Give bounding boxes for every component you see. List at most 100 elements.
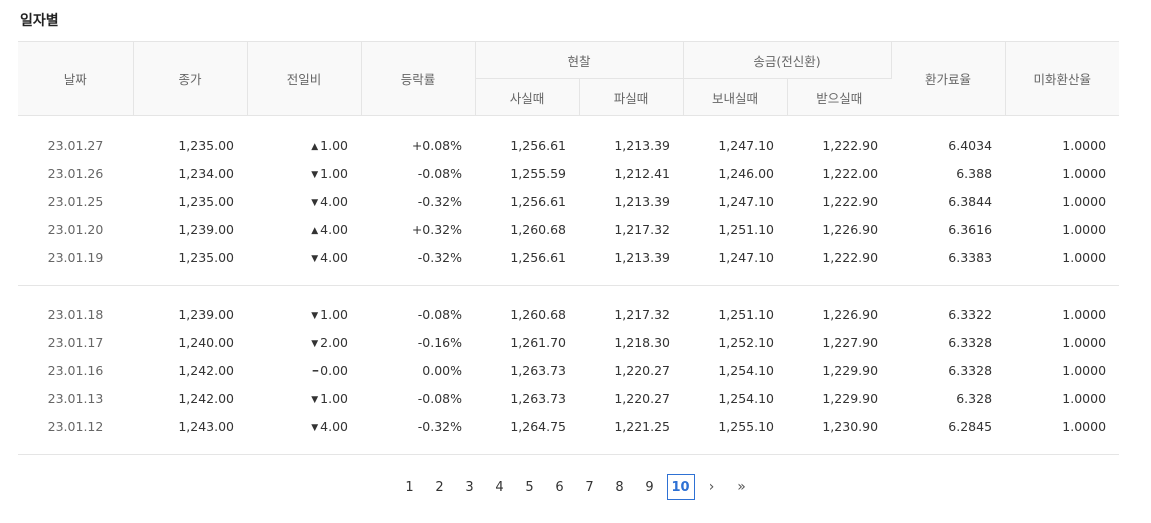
cell-close: 1,235.00: [178, 137, 234, 153]
cell-usd-rate: 1.0000: [1062, 418, 1107, 434]
cell-change: ▼ 4.00: [247, 187, 361, 215]
cell-cash-sell: 1,220.27: [614, 390, 671, 406]
cell-date: 23.01.26: [47, 165, 104, 181]
cell-cash-buy: 1,256.61: [510, 249, 566, 265]
cell-change: ▼ 1.00: [247, 300, 361, 328]
flat-dash-icon: ━: [312, 366, 319, 377]
page-link-5[interactable]: 5: [517, 475, 543, 501]
cell-change: ▲ 1.00: [247, 131, 361, 159]
cell-wire-receive: 1,230.90: [822, 418, 879, 434]
header-cash-buy: 사실때: [475, 78, 580, 116]
table-row: 23.01.12 1,243.00 ▼ 4.00 -0.32% 1,264.75 1,221…: [18, 412, 1119, 440]
header-close: 종가: [133, 41, 248, 116]
table-row: 23.01.27 1,235.00 ▲ 1.00 +0.08% 1,256.61 1,213…: [18, 131, 1119, 159]
cell-close: 1,243.00: [178, 418, 234, 434]
cell-change: ▼ 1.00: [247, 384, 361, 412]
cell-wire-send: 1,246.00: [718, 165, 775, 181]
cell-close: 1,242.00: [178, 362, 234, 378]
cell-change-rate: -0.08%: [417, 306, 462, 322]
table-header: 날짜 종가 전일비 등락률 현찰 송금(전신환) 환가료율 미화환산율 사실때 …: [18, 41, 1120, 116]
cell-usd-rate: 1.0000: [1062, 193, 1107, 209]
cell-wire-send: 1,251.10: [718, 221, 775, 237]
cell-fx-rate: 6.388: [956, 165, 993, 181]
header-wire-receive: 받으실때: [787, 78, 892, 116]
down-arrow-icon: ▼: [311, 338, 319, 349]
exchange-rate-daily-panel: 일자별 날짜 종가 전일비 등락률 현찰 송금(전신환) 환가료율 미화환산율: [0, 0, 1151, 523]
cell-change-rate: +0.32%: [411, 221, 462, 237]
cell-wire-receive: 1,229.90: [822, 390, 879, 406]
cell-close: 1,242.00: [178, 390, 234, 406]
down-arrow-icon: ▼: [311, 197, 319, 208]
row-separator: [18, 271, 1120, 286]
cell-wire-receive: 1,227.90: [822, 334, 879, 350]
change-value: 1.00: [320, 137, 348, 153]
cell-change: ━ 0.00: [247, 356, 361, 384]
cell-change-rate: -0.16%: [417, 334, 462, 350]
cell-cash-buy: 1,256.61: [510, 193, 566, 209]
change-value: 4.00: [320, 221, 348, 237]
header-usd-rate: 미화환산율: [1005, 41, 1120, 116]
cell-fx-rate: 6.3328: [948, 334, 993, 350]
header-change: 전일비: [247, 41, 362, 116]
page-link-3[interactable]: 3: [457, 475, 483, 501]
page-link-9[interactable]: 9: [637, 475, 663, 501]
page-link-6[interactable]: 6: [547, 475, 573, 501]
cell-fx-rate: 6.2845: [948, 418, 993, 434]
cell-usd-rate: 1.0000: [1062, 390, 1107, 406]
change-value: 2.00: [320, 334, 348, 350]
cell-date: 23.01.25: [47, 193, 104, 209]
up-arrow-icon: ▲: [311, 225, 319, 236]
change-value: 4.00: [320, 249, 348, 265]
cell-wire-send: 1,251.10: [718, 306, 775, 322]
row-separator: [18, 440, 1120, 455]
page-link-2[interactable]: 2: [427, 475, 453, 501]
cell-cash-buy: 1,263.73: [510, 390, 566, 406]
cell-cash-sell: 1,213.39: [614, 249, 671, 265]
table-row: 23.01.17 1,240.00 ▼ 2.00 -0.16% 1,261.70 1,218…: [18, 328, 1119, 356]
next-page-icon[interactable]: ›: [699, 474, 725, 500]
cell-wire-receive: 1,226.90: [822, 306, 879, 322]
change-value: 1.00: [320, 165, 348, 181]
cell-cash-buy: 1,263.73: [510, 362, 566, 378]
cell-wire-send: 1,252.10: [718, 334, 775, 350]
cell-cash-buy: 1,261.70: [510, 334, 566, 350]
cell-close: 1,235.00: [178, 249, 234, 265]
cell-wire-send: 1,247.10: [718, 137, 775, 153]
header-date: 날짜: [18, 41, 134, 116]
change-value: 0.00: [320, 362, 348, 378]
last-page-icon[interactable]: »: [729, 474, 755, 500]
cell-cash-buy: 1,260.68: [510, 306, 566, 322]
cell-usd-rate: 1.0000: [1062, 221, 1107, 237]
cell-wire-receive: 1,229.90: [822, 362, 879, 378]
cell-wire-send: 1,247.10: [718, 249, 775, 265]
page-link-7[interactable]: 7: [577, 475, 603, 501]
cell-wire-send: 1,255.10: [718, 418, 775, 434]
cell-cash-buy: 1,260.68: [510, 221, 566, 237]
cell-cash-sell: 1,213.39: [614, 193, 671, 209]
cell-cash-sell: 1,217.32: [614, 306, 671, 322]
section-title: 일자별: [20, 13, 59, 29]
down-arrow-icon: ▼: [311, 422, 319, 433]
cell-change-rate: +0.08%: [411, 137, 462, 153]
page-link-1[interactable]: 1: [397, 475, 423, 501]
page-link-4[interactable]: 4: [487, 475, 513, 501]
cell-wire-receive: 1,222.00: [822, 165, 879, 181]
cell-cash-sell: 1,212.41: [614, 165, 671, 181]
cell-close: 1,234.00: [178, 165, 234, 181]
cell-cash-sell: 1,221.25: [614, 418, 671, 434]
page-link-8[interactable]: 8: [607, 475, 633, 501]
cell-wire-send: 1,254.10: [718, 362, 775, 378]
page-link-10[interactable]: 10: [666, 474, 695, 500]
down-arrow-icon: ▼: [311, 394, 319, 405]
cell-date: 23.01.13: [47, 390, 104, 406]
cell-cash-sell: 1,220.27: [614, 362, 671, 378]
cell-change: ▼ 4.00: [247, 412, 361, 440]
pagination: 1 2 3 4 5 6 7 8 9 10 ›»: [0, 474, 1151, 501]
header-change-rate: 등락률: [361, 41, 476, 116]
change-value: 4.00: [320, 193, 348, 209]
up-arrow-icon: ▲: [311, 141, 319, 152]
cell-date: 23.01.27: [47, 137, 104, 153]
cell-change-rate: -0.32%: [417, 249, 462, 265]
cell-fx-rate: 6.3322: [948, 306, 993, 322]
cell-fx-rate: 6.3844: [948, 193, 993, 209]
